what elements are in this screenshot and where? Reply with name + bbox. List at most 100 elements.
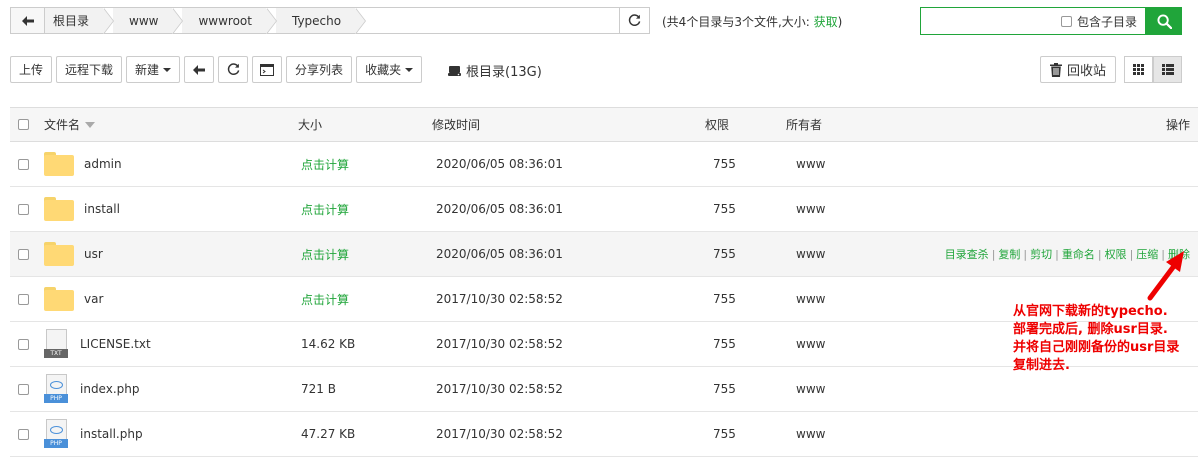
header-size[interactable]: 大小 xyxy=(298,108,322,141)
permission[interactable]: 755 xyxy=(713,142,736,186)
owner[interactable]: www xyxy=(796,142,825,186)
file-name-cell[interactable]: admin xyxy=(44,142,122,186)
permission[interactable]: 755 xyxy=(713,277,736,321)
owner[interactable]: www xyxy=(796,232,825,276)
file-name-cell[interactable]: var xyxy=(44,277,103,321)
owner[interactable]: www xyxy=(796,187,825,231)
grid-view-button[interactable] xyxy=(1124,56,1153,83)
php-file-icon: PHP xyxy=(44,419,70,449)
folder-icon xyxy=(44,152,74,176)
table-row[interactable]: install 点击计算 2020/06/05 08:36:01 755 www xyxy=(10,187,1198,232)
header-perm[interactable]: 权限 xyxy=(705,108,729,141)
delete-action[interactable]: 删除 xyxy=(1168,246,1190,262)
row-checkbox[interactable] xyxy=(18,158,29,170)
owner[interactable]: www xyxy=(796,412,825,456)
new-label: 新建 xyxy=(135,63,160,77)
file-name[interactable]: install.php xyxy=(80,427,143,441)
header-mtime[interactable]: 修改时间 xyxy=(432,108,480,141)
row-checkbox[interactable] xyxy=(18,383,29,395)
hard-drive-icon xyxy=(448,65,461,76)
file-name[interactable]: usr xyxy=(84,247,103,261)
breadcrumb-item[interactable]: 根目录 xyxy=(45,8,115,34)
table-row[interactable]: usr 点击计算 2020/06/05 08:36:01 755 www 目录查… xyxy=(10,232,1198,277)
permission[interactable]: 755 xyxy=(713,232,736,276)
new-button[interactable]: 新建 xyxy=(126,56,181,83)
file-name[interactable]: install xyxy=(84,202,120,216)
folder-icon xyxy=(44,242,74,266)
breadcrumb-item[interactable]: Typecho xyxy=(275,8,367,34)
mtime: 2020/06/05 08:36:01 xyxy=(436,202,563,216)
path-refresh-button[interactable] xyxy=(619,8,649,33)
search-input[interactable]: 包含子目录 xyxy=(920,7,1146,35)
upload-button[interactable]: 上传 xyxy=(10,56,53,83)
favorites-label: 收藏夹 xyxy=(365,63,402,77)
file-name-cell[interactable]: PHP index.php xyxy=(44,367,139,411)
row-checkbox[interactable] xyxy=(18,203,29,215)
refresh-icon xyxy=(628,14,641,26)
permission[interactable]: 755 xyxy=(713,322,736,366)
file-name[interactable]: LICENSE.txt xyxy=(80,337,151,351)
size-calc-link[interactable]: 点击计算 xyxy=(301,277,349,321)
file-name[interactable]: admin xyxy=(84,157,122,171)
file-name-cell[interactable]: usr xyxy=(44,232,103,276)
list-view-button[interactable] xyxy=(1153,56,1182,83)
cut-action[interactable]: 剪切 xyxy=(1030,246,1052,262)
breadcrumb-item[interactable]: wwwroot xyxy=(182,8,277,34)
separator: | xyxy=(1055,247,1059,261)
size-calc-link[interactable]: 点击计算 xyxy=(301,232,349,276)
search-button[interactable] xyxy=(1146,7,1182,35)
remote-download-button[interactable]: 远程下载 xyxy=(56,56,123,83)
favorites-button[interactable]: 收藏夹 xyxy=(356,56,423,83)
header-name[interactable]: 文件名 xyxy=(44,108,96,141)
row-checkbox[interactable] xyxy=(18,248,29,260)
breadcrumb-item[interactable]: www xyxy=(113,8,185,34)
permission-action[interactable]: 权限 xyxy=(1105,246,1127,262)
permission[interactable]: 755 xyxy=(713,412,736,456)
path-input-area[interactable] xyxy=(365,8,619,33)
disk-selector[interactable]: 根目录(13G) xyxy=(448,61,542,80)
back-button[interactable] xyxy=(184,56,215,83)
table-row[interactable]: admin 点击计算 2020/06/05 08:36:01 755 www xyxy=(10,142,1198,187)
checkbox-icon[interactable] xyxy=(1060,15,1072,27)
path-back-button[interactable] xyxy=(11,8,45,33)
terminal-button[interactable] xyxy=(252,56,283,83)
permission[interactable]: 755 xyxy=(713,187,736,231)
include-subdir-checkbox[interactable]: 包含子目录 xyxy=(1060,13,1137,30)
header-owner[interactable]: 所有者 xyxy=(786,108,822,141)
toolbar: 上传 远程下载 新建 分享列表 收藏夹 xyxy=(10,56,423,84)
row-check-cell xyxy=(18,322,29,366)
row-checkbox[interactable] xyxy=(18,293,29,305)
scan-dir-action[interactable]: 目录查杀 xyxy=(945,246,989,262)
separator: | xyxy=(1097,247,1102,261)
refresh-button[interactable] xyxy=(218,56,249,83)
table-row[interactable]: PHP install.php 47.27 KB 2017/10/30 02:5… xyxy=(10,412,1198,457)
owner[interactable]: www xyxy=(796,277,825,321)
row-check-cell xyxy=(18,277,29,321)
get-size-link[interactable]: 获取 xyxy=(814,15,838,29)
row-actions: 目录查杀 | 复制 | 剪切 | 重命名 | 权限 | 压缩 | 删除 xyxy=(945,232,1190,276)
compress-action[interactable]: 压缩 xyxy=(1136,246,1158,262)
list-icon xyxy=(1161,64,1174,75)
separator: | xyxy=(991,247,996,261)
owner[interactable]: www xyxy=(796,367,825,411)
mtime: 2017/10/30 02:58:52 xyxy=(436,337,563,351)
file-name[interactable]: var xyxy=(84,292,103,306)
file-name-cell[interactable]: install xyxy=(44,187,120,231)
share-list-button[interactable]: 分享列表 xyxy=(286,56,353,83)
annotation-line: 部署完成后, 删除usr目录. xyxy=(1013,322,1168,337)
size-calc-link[interactable]: 点击计算 xyxy=(301,187,349,231)
row-checkbox[interactable] xyxy=(18,338,29,350)
separator: | xyxy=(1023,247,1028,261)
row-checkbox[interactable] xyxy=(18,428,29,440)
file-name-cell[interactable]: TXT LICENSE.txt xyxy=(44,322,151,366)
size-calc-link[interactable]: 点击计算 xyxy=(301,142,349,186)
owner[interactable]: www xyxy=(796,322,825,366)
path-bar: 根目录 www wwwroot Typecho xyxy=(10,7,650,34)
recycle-bin-button[interactable]: 回收站 xyxy=(1040,56,1117,83)
file-name[interactable]: index.php xyxy=(80,382,139,396)
select-all-checkbox[interactable] xyxy=(18,119,29,130)
permission[interactable]: 755 xyxy=(713,367,736,411)
copy-action[interactable]: 复制 xyxy=(998,246,1020,262)
rename-action[interactable]: 重命名 xyxy=(1062,246,1095,262)
file-name-cell[interactable]: PHP install.php xyxy=(44,412,143,456)
